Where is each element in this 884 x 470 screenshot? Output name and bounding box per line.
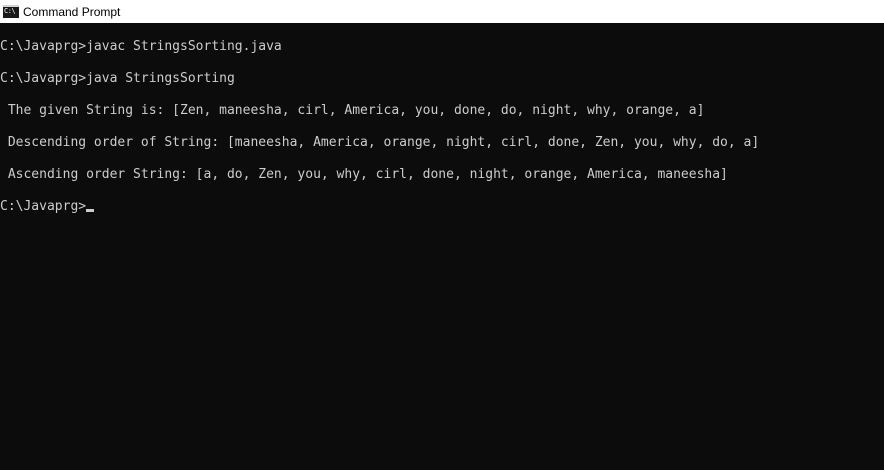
console-line: Ascending order String: [a, do, Zen, you… xyxy=(0,167,728,182)
text-cursor xyxy=(86,209,95,212)
command-prompt-window: C:\ Command Prompt C:\Javaprg>javac Stri… xyxy=(0,0,884,470)
window-title: Command Prompt xyxy=(23,4,121,19)
title-bar[interactable]: C:\ Command Prompt xyxy=(0,0,884,23)
cmd-icon: C:\ xyxy=(3,5,19,18)
console-output[interactable]: C:\Javaprg>javac StringsSorting.java C:\… xyxy=(0,23,884,470)
prompt-text: C:\Javaprg> xyxy=(0,199,87,214)
prompt-line[interactable]: C:\Javaprg> xyxy=(0,198,95,216)
console-line: C:\Javaprg>javac StringsSorting.java xyxy=(0,39,282,54)
cmd-icon-label: C:\ xyxy=(4,7,16,15)
console-line: Descending order of String: [maneesha, A… xyxy=(0,135,760,150)
console-line: C:\Javaprg>java StringsSorting xyxy=(0,71,235,86)
console-line: The given String is: [Zen, maneesha, cir… xyxy=(0,103,705,118)
